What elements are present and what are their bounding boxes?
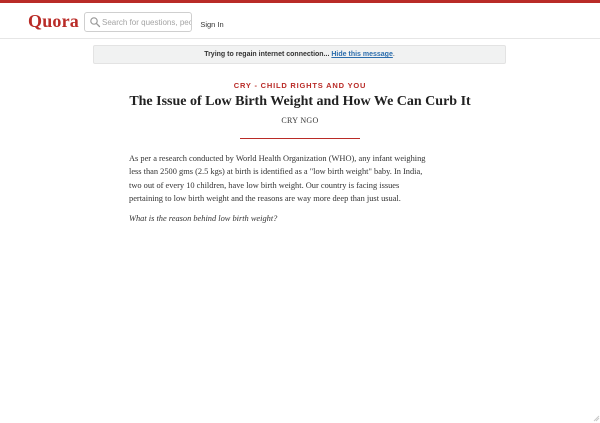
search-input[interactable] <box>102 13 191 31</box>
article-paragraph: As per a research conducted by World Hea… <box>129 152 470 205</box>
banner-suffix: . <box>392 51 395 58</box>
search-icon <box>90 17 101 28</box>
quora-logo[interactable]: Quora <box>28 11 79 32</box>
site-header: Quora Sign In <box>0 3 600 39</box>
paragraph-line: As per a research conducted by World Hea… <box>129 154 426 163</box>
article-subheading: What is the reason behind low birth weig… <box>129 214 278 223</box>
hide-message-link[interactable]: Hide this message <box>331 51 392 58</box>
title-divider <box>240 138 360 139</box>
sign-in-button[interactable]: Sign In <box>195 15 229 33</box>
resize-grip-icon[interactable] <box>592 409 600 423</box>
article-title: The Issue of Low Birth Weight and How We… <box>129 94 471 109</box>
banner-message: Trying to regain internet connection... <box>204 51 330 58</box>
connection-banner: Trying to regain internet connection... … <box>93 45 506 64</box>
paragraph-line: less than 2500 gms (2.5 kgs) at birth is… <box>129 167 423 177</box>
paragraph-line: two out of every 10 children, have low b… <box>129 180 400 190</box>
search-box[interactable] <box>84 12 192 32</box>
author-name[interactable]: CRY NGO <box>0 116 600 125</box>
topic-label[interactable]: CRY - CHILD RIGHTS AND YOU <box>0 81 600 90</box>
paragraph-line: pertaining to low birth weight and the r… <box>129 193 401 203</box>
